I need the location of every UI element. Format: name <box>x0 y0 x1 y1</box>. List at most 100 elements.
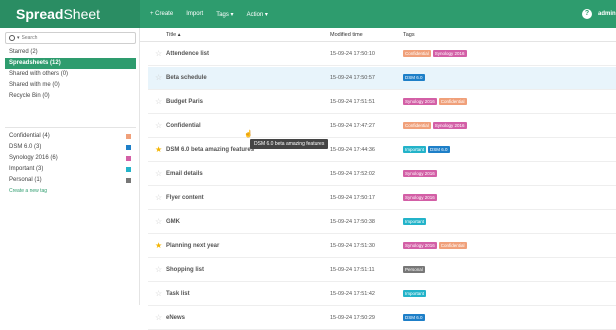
tag-badge[interactable]: Important <box>403 218 427 225</box>
app-logo[interactable]: SpreadSheet <box>0 0 140 28</box>
tag-list: Confidential (4) DSM 6.0 (3) Synology 2016… <box>5 131 136 197</box>
row-tags: Synology 2016 <box>403 170 437 177</box>
tags-menu[interactable]: Tags ▾ <box>216 11 233 18</box>
user-menu[interactable]: admin <box>598 0 616 28</box>
sidebar-divider <box>5 127 136 128</box>
tag-badge[interactable]: Synology 2016 <box>403 194 437 201</box>
row-title[interactable]: Task list <box>166 291 190 297</box>
star-icon[interactable]: ★ <box>155 146 162 154</box>
star-icon[interactable]: ☆ <box>155 290 162 298</box>
tag-badge[interactable]: Confidential <box>403 50 431 57</box>
tag-badge[interactable]: DSM 6.0 <box>403 314 425 321</box>
star-icon[interactable]: ☆ <box>155 74 162 82</box>
sidebar-tag-label: Synology 2016 (6) <box>9 155 58 161</box>
create-menu[interactable]: + Create <box>150 11 173 17</box>
action-menu[interactable]: Action ▾ <box>247 11 268 18</box>
tag-badge[interactable]: Important <box>403 290 427 297</box>
row-title[interactable]: Beta schedule <box>166 75 207 81</box>
sidebar-item-shared-with-others[interactable]: Shared with others (0) <box>5 69 136 80</box>
tag-badge[interactable]: Synology 2016 <box>432 122 467 129</box>
tag-badge[interactable]: Personal <box>403 266 425 273</box>
column-title[interactable]: Title ▴ <box>166 28 180 42</box>
row-title[interactable]: Planning next year <box>166 243 219 249</box>
table-row[interactable]: ★ DSM 6.0 beta amazing features 15-09-24 1… <box>148 139 616 162</box>
table-row[interactable]: ☆ Flyer content 15-09-24 17:50:17 Synology … <box>148 187 616 210</box>
import-menu[interactable]: Import <box>186 11 203 17</box>
table-row[interactable]: ☆ Confidential 15-09-24 17:47:27 Confidenti… <box>148 115 616 138</box>
mouse-cursor-icon: ☝ <box>244 131 253 138</box>
sidebar: ▾ Starred (2) Spreadsheets (12) Shared w… <box>0 28 140 305</box>
table-row[interactable]: ☆ GMK 15-09-24 17:50:38 Important <box>148 211 616 234</box>
row-modified-time: 15-09-24 17:51:42 <box>330 291 375 297</box>
row-tags: Personal <box>403 266 425 273</box>
main-menu: + Create Import Tags ▾ Action ▾ <box>150 0 268 28</box>
star-icon[interactable]: ☆ <box>155 314 162 322</box>
table-header: Title ▴ Modified time Tags <box>140 28 616 42</box>
tag-color-swatch <box>126 156 131 161</box>
table-row[interactable]: ☆ Beta schedule 15-09-24 17:50:57 DSM 6.0 <box>148 67 616 90</box>
star-icon[interactable]: ☆ <box>155 98 162 106</box>
row-tags: Confidential Synology 2016 <box>403 122 467 129</box>
help-icon[interactable]: ? <box>582 9 592 19</box>
row-title[interactable]: Shopping list <box>166 267 204 273</box>
tag-color-swatch <box>126 178 131 183</box>
sidebar-tag-item[interactable]: Synology 2016 (6) <box>5 153 136 164</box>
sidebar-tag-label: DSM 6.0 (3) <box>9 144 42 150</box>
sidebar-tag-item[interactable]: DSM 6.0 (3) <box>5 142 136 153</box>
row-title[interactable]: DSM 6.0 beta amazing features <box>166 147 254 153</box>
sidebar-item-spreadsheets[interactable]: Spreadsheets (12) <box>5 58 136 69</box>
star-icon[interactable]: ☆ <box>155 122 162 130</box>
tag-badge[interactable]: Confidential <box>438 242 467 249</box>
chevron-down-icon[interactable]: ▾ <box>17 35 20 41</box>
table-row[interactable]: ☆ Shopping list 15-09-24 17:51:11 Personal <box>148 259 616 282</box>
table-row[interactable]: ☆ eNews 15-09-24 17:50:29 DSM 6.0 <box>148 307 616 330</box>
row-title[interactable]: Flyer content <box>166 195 204 201</box>
star-icon[interactable]: ☆ <box>155 170 162 178</box>
tag-badge[interactable]: DSM 6.0 <box>403 74 425 81</box>
create-tag-link[interactable]: Create a new tag <box>5 186 136 197</box>
search-input[interactable] <box>21 35 122 41</box>
star-icon[interactable]: ☆ <box>155 194 162 202</box>
tag-badge[interactable]: Important <box>403 146 427 153</box>
row-title[interactable]: Email details <box>166 171 203 177</box>
sidebar-tag-label: Personal (1) <box>9 177 42 183</box>
table-row[interactable]: ☆ Attendence list 15-09-24 17:50:10 Confide… <box>148 43 616 66</box>
row-title[interactable]: GMK <box>166 219 180 225</box>
star-icon[interactable]: ★ <box>155 242 162 250</box>
tag-badge[interactable]: Synology 2016 <box>432 50 467 57</box>
row-modified-time: 15-09-24 17:51:11 <box>330 267 375 273</box>
search-icon[interactable] <box>9 35 15 41</box>
sidebar-tag-item[interactable]: Confidential (4) <box>5 131 136 142</box>
sidebar-item-recycle-bin[interactable]: Recycle Bin (0) <box>5 91 136 102</box>
sidebar-tag-item[interactable]: Personal (1) <box>5 175 136 186</box>
row-tags: Important <box>403 290 427 297</box>
tooltip: DSM 6.0 beta amazing features <box>250 139 329 149</box>
table-row[interactable]: ★ Planning next year 15-09-24 17:51:30 Syno… <box>148 235 616 258</box>
column-modified[interactable]: Modified time <box>330 28 363 42</box>
tag-badge[interactable]: DSM 6.0 <box>428 146 450 153</box>
row-tags: Confidential Synology 2016 <box>403 50 467 57</box>
sidebar-item-shared-with-me[interactable]: Shared with me (0) <box>5 80 136 91</box>
star-icon[interactable]: ☆ <box>155 218 162 226</box>
sidebar-item-starred[interactable]: Starred (2) <box>5 47 136 58</box>
table-row[interactable]: ☆ Email details 15-09-24 17:52:02 Synology … <box>148 163 616 186</box>
star-icon[interactable]: ☆ <box>155 50 162 58</box>
row-tags: DSM 6.0 <box>403 314 425 321</box>
tag-badge[interactable]: Synology 2016 <box>403 242 437 249</box>
row-title[interactable]: Budget Paris <box>166 99 203 105</box>
tag-badge[interactable]: Confidential <box>403 122 431 129</box>
row-title[interactable]: Attendence list <box>166 51 209 57</box>
row-title[interactable]: eNews <box>166 315 185 321</box>
tag-badge[interactable]: Synology 2016 <box>403 98 437 105</box>
column-tags[interactable]: Tags <box>403 28 415 42</box>
table-row[interactable]: ☆ Task list 15-09-24 17:51:42 Important <box>148 283 616 306</box>
search-box[interactable]: ▾ <box>5 32 136 44</box>
table-row[interactable]: ☆ Budget Paris 15-09-24 17:51:51 Synology 2… <box>148 91 616 114</box>
row-tags: Synology 2016 Confidential <box>403 98 467 105</box>
tag-badge[interactable]: Synology 2016 <box>403 170 437 177</box>
row-modified-time: 15-09-24 17:51:30 <box>330 243 375 249</box>
star-icon[interactable]: ☆ <box>155 266 162 274</box>
sidebar-tag-item[interactable]: Important (3) <box>5 164 136 175</box>
row-title[interactable]: Confidential <box>166 123 201 129</box>
tag-badge[interactable]: Confidential <box>438 98 467 105</box>
